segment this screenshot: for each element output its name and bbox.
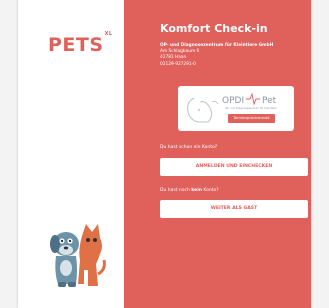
opdi-pet-logo-card: OPDI Pet OP- und Diagnosezentrum für Kle… [178, 86, 294, 131]
pets-logo: PETSXL [48, 30, 113, 56]
no-account-question: Du hast noch kein Konto? [160, 188, 219, 193]
guest-continue-button[interactable]: WEITER ALS GAST [160, 200, 308, 218]
app-frame: PETSXL Komfort Check-in OP- und Diagnose… [18, 0, 311, 308]
no-account-suffix: Konto? [201, 188, 219, 193]
checkin-panel: Komfort Check-in OP- und Diagnosezentrum… [124, 0, 311, 308]
terminsprechstunde-button[interactable]: Terminsprechstunde [228, 114, 275, 123]
opdi-pet-logo-icon: OPDI Pet OP- und Diagnosezentrum für Kle… [187, 92, 277, 123]
clinic-address: OP- und Diagnosezentrum für Kleintiere G… [160, 43, 273, 68]
pet-brand-text: Pet [262, 96, 277, 106]
dog-and-cat-mascot-icon [50, 224, 106, 287]
logo-text: PETS [48, 34, 104, 56]
no-account-prefix: Du hast noch [160, 188, 192, 193]
opdi-subtitle: OP- und Diagnosezentrum für Kleintiere [225, 106, 277, 110]
clinic-phone: 02129-927291-0 [160, 61, 196, 67]
login-checkin-button[interactable]: ANMELDEN UND EINCHECKEN [160, 158, 308, 176]
left-panel: PETSXL [18, 0, 124, 308]
logo-sup: XL [104, 30, 113, 37]
no-account-bold: kein [191, 188, 202, 193]
opdi-brand-text: OPDI [222, 96, 244, 106]
existing-account-question: Du hast schon ein Konto? [160, 145, 218, 150]
page-title: Komfort Check-in [160, 22, 268, 35]
